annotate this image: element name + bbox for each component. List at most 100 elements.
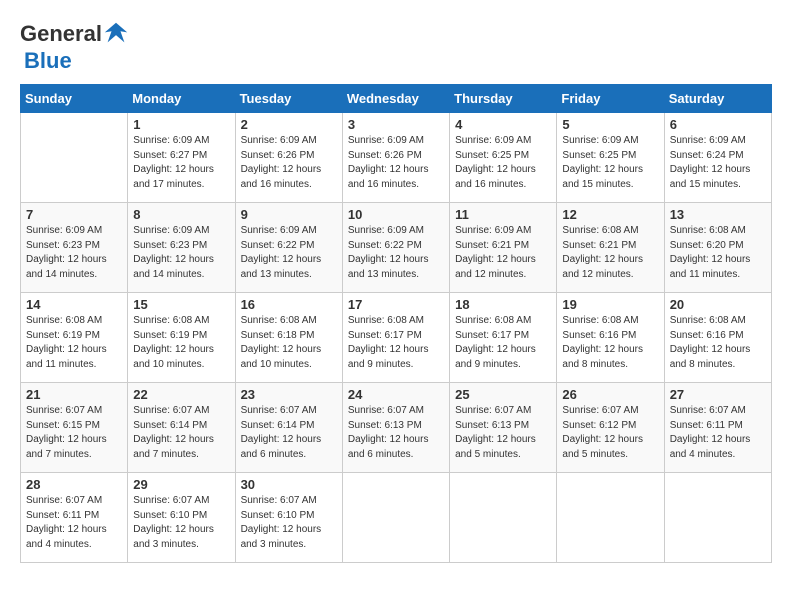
- calendar-cell: 5Sunrise: 6:09 AM Sunset: 6:25 PM Daylig…: [557, 113, 664, 203]
- day-info: Sunrise: 6:08 AM Sunset: 6:17 PM Dayligh…: [455, 314, 551, 372]
- calendar-cell: 2 Sunrise: 6:09 AM Sunset: 6:26 PM Daylig…: [235, 113, 342, 203]
- calendar-cell: 29 Sunrise: 6:07 AM Sunset: 6:10 PM Dayli…: [128, 473, 235, 563]
- day-info: Sunrise: 6:08 AM Sunset: 6:17 PM Dayligh…: [348, 314, 444, 372]
- col-header-thursday: Thursday: [450, 85, 557, 113]
- day-number: 24: [348, 387, 444, 402]
- calendar-cell: 3 Sunrise: 6:09 AM Sunset: 6:26 PM Daylig…: [342, 113, 449, 203]
- day-info: Sunrise: 6:07 AM Sunset: 6:11 PM Dayligh…: [26, 494, 122, 552]
- calendar-cell: 11 Sunrise: 6:09 AM Sunset: 6:21 PM Dayli…: [450, 203, 557, 293]
- calendar-cell: 20Sunrise: 6:08 AM Sunset: 6:16 PM Dayli…: [664, 293, 771, 383]
- day-info: Sunrise: 6:07 AM Sunset: 6:13 PM Dayligh…: [348, 404, 444, 462]
- day-number: 21: [26, 387, 122, 402]
- page-header: GeneralBlue: [20, 20, 772, 74]
- col-header-wednesday: Wednesday: [342, 85, 449, 113]
- day-info: Sunrise: 6:09 AM Sunset: 6:24 PM Dayligh…: [670, 134, 766, 192]
- calendar-cell: [450, 473, 557, 563]
- calendar-week-row: 14Sunrise: 6:08 AM Sunset: 6:19 PM Dayli…: [21, 293, 772, 383]
- calendar-cell: 16 Sunrise: 6:08 AM Sunset: 6:18 PM Dayli…: [235, 293, 342, 383]
- calendar-cell: 25 Sunrise: 6:07 AM Sunset: 6:13 PM Dayli…: [450, 383, 557, 473]
- calendar-cell: 23 Sunrise: 6:07 AM Sunset: 6:14 PM Dayli…: [235, 383, 342, 473]
- calendar-cell: 6 Sunrise: 6:09 AM Sunset: 6:24 PM Daylig…: [664, 113, 771, 203]
- day-info: Sunrise: 6:07 AM Sunset: 6:13 PM Dayligh…: [455, 404, 551, 462]
- calendar-cell: 28 Sunrise: 6:07 AM Sunset: 6:11 PM Dayli…: [21, 473, 128, 563]
- calendar-week-row: 28 Sunrise: 6:07 AM Sunset: 6:11 PM Dayli…: [21, 473, 772, 563]
- calendar-cell: 24 Sunrise: 6:07 AM Sunset: 6:13 PM Dayli…: [342, 383, 449, 473]
- day-number: 2: [241, 117, 337, 132]
- day-info: Sunrise: 6:07 AM Sunset: 6:11 PM Dayligh…: [670, 404, 766, 462]
- day-info: Sunrise: 6:08 AM Sunset: 6:21 PM Dayligh…: [562, 224, 658, 282]
- calendar-cell: 1 Sunrise: 6:09 AM Sunset: 6:27 PM Daylig…: [128, 113, 235, 203]
- col-header-sunday: Sunday: [21, 85, 128, 113]
- day-info: Sunrise: 6:09 AM Sunset: 6:22 PM Dayligh…: [241, 224, 337, 282]
- calendar-cell: 19 Sunrise: 6:08 AM Sunset: 6:16 PM Dayli…: [557, 293, 664, 383]
- calendar-cell: [342, 473, 449, 563]
- day-number: 18: [455, 297, 551, 312]
- day-number: 19: [562, 297, 658, 312]
- day-info: Sunrise: 6:07 AM Sunset: 6:14 PM Dayligh…: [133, 404, 229, 462]
- calendar-cell: 27 Sunrise: 6:07 AM Sunset: 6:11 PM Dayli…: [664, 383, 771, 473]
- day-info: Sunrise: 6:08 AM Sunset: 6:19 PM Dayligh…: [26, 314, 122, 372]
- day-info: Sunrise: 6:09 AM Sunset: 6:21 PM Dayligh…: [455, 224, 551, 282]
- day-number: 23: [241, 387, 337, 402]
- day-number: 10: [348, 207, 444, 222]
- day-info: Sunrise: 6:08 AM Sunset: 6:20 PM Dayligh…: [670, 224, 766, 282]
- logo-general-text: General: [20, 21, 102, 47]
- day-info: Sunrise: 6:08 AM Sunset: 6:16 PM Dayligh…: [562, 314, 658, 372]
- col-header-saturday: Saturday: [664, 85, 771, 113]
- day-number: 13: [670, 207, 766, 222]
- day-number: 12: [562, 207, 658, 222]
- calendar-cell: [664, 473, 771, 563]
- logo-bird-icon: [102, 20, 130, 48]
- day-number: 11: [455, 207, 551, 222]
- day-info: Sunrise: 6:08 AM Sunset: 6:16 PM Dayligh…: [670, 314, 766, 372]
- logo: GeneralBlue: [20, 20, 130, 74]
- calendar-cell: 7Sunrise: 6:09 AM Sunset: 6:23 PM Daylig…: [21, 203, 128, 293]
- day-info: Sunrise: 6:09 AM Sunset: 6:23 PM Dayligh…: [26, 224, 122, 282]
- calendar-cell: 22 Sunrise: 6:07 AM Sunset: 6:14 PM Dayli…: [128, 383, 235, 473]
- day-number: 25: [455, 387, 551, 402]
- calendar-week-row: 1 Sunrise: 6:09 AM Sunset: 6:27 PM Daylig…: [21, 113, 772, 203]
- day-info: Sunrise: 6:08 AM Sunset: 6:18 PM Dayligh…: [241, 314, 337, 372]
- day-info: Sunrise: 6:07 AM Sunset: 6:15 PM Dayligh…: [26, 404, 122, 462]
- day-number: 27: [670, 387, 766, 402]
- col-header-friday: Friday: [557, 85, 664, 113]
- day-number: 17: [348, 297, 444, 312]
- day-number: 3: [348, 117, 444, 132]
- calendar-cell: [557, 473, 664, 563]
- day-info: Sunrise: 6:07 AM Sunset: 6:10 PM Dayligh…: [133, 494, 229, 552]
- day-number: 1: [133, 117, 229, 132]
- day-number: 6: [670, 117, 766, 132]
- day-info: Sunrise: 6:09 AM Sunset: 6:26 PM Dayligh…: [348, 134, 444, 192]
- calendar-cell: [21, 113, 128, 203]
- logo-blue-text: Blue: [24, 48, 72, 74]
- day-info: Sunrise: 6:07 AM Sunset: 6:10 PM Dayligh…: [241, 494, 337, 552]
- day-info: Sunrise: 6:07 AM Sunset: 6:12 PM Dayligh…: [562, 404, 658, 462]
- calendar-cell: 30 Sunrise: 6:07 AM Sunset: 6:10 PM Dayli…: [235, 473, 342, 563]
- calendar-cell: 10 Sunrise: 6:09 AM Sunset: 6:22 PM Dayli…: [342, 203, 449, 293]
- calendar-cell: 8 Sunrise: 6:09 AM Sunset: 6:23 PM Daylig…: [128, 203, 235, 293]
- day-info: Sunrise: 6:09 AM Sunset: 6:27 PM Dayligh…: [133, 134, 229, 192]
- calendar-week-row: 7Sunrise: 6:09 AM Sunset: 6:23 PM Daylig…: [21, 203, 772, 293]
- calendar-cell: 14Sunrise: 6:08 AM Sunset: 6:19 PM Dayli…: [21, 293, 128, 383]
- day-info: Sunrise: 6:09 AM Sunset: 6:23 PM Dayligh…: [133, 224, 229, 282]
- calendar-cell: 15Sunrise: 6:08 AM Sunset: 6:19 PM Dayli…: [128, 293, 235, 383]
- day-info: Sunrise: 6:09 AM Sunset: 6:22 PM Dayligh…: [348, 224, 444, 282]
- day-info: Sunrise: 6:09 AM Sunset: 6:26 PM Dayligh…: [241, 134, 337, 192]
- calendar-table: SundayMondayTuesdayWednesdayThursdayFrid…: [20, 84, 772, 563]
- day-number: 28: [26, 477, 122, 492]
- calendar-cell: 26 Sunrise: 6:07 AM Sunset: 6:12 PM Dayli…: [557, 383, 664, 473]
- day-number: 4: [455, 117, 551, 132]
- day-number: 26: [562, 387, 658, 402]
- day-number: 16: [241, 297, 337, 312]
- calendar-header-row: SundayMondayTuesdayWednesdayThursdayFrid…: [21, 85, 772, 113]
- day-info: Sunrise: 6:07 AM Sunset: 6:14 PM Dayligh…: [241, 404, 337, 462]
- calendar-cell: 9 Sunrise: 6:09 AM Sunset: 6:22 PM Daylig…: [235, 203, 342, 293]
- day-number: 8: [133, 207, 229, 222]
- day-number: 22: [133, 387, 229, 402]
- day-number: 29: [133, 477, 229, 492]
- day-number: 30: [241, 477, 337, 492]
- day-info: Sunrise: 6:09 AM Sunset: 6:25 PM Dayligh…: [455, 134, 551, 192]
- col-header-tuesday: Tuesday: [235, 85, 342, 113]
- col-header-monday: Monday: [128, 85, 235, 113]
- day-number: 9: [241, 207, 337, 222]
